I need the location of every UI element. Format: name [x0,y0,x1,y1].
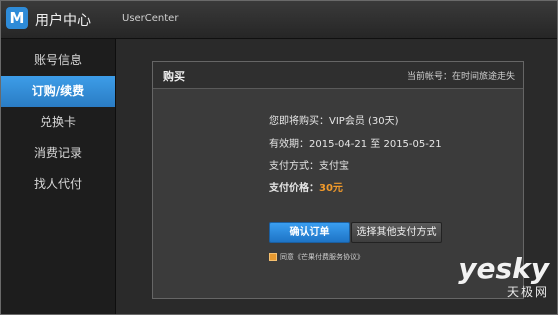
dialog-header: 购买 当前帐号：在时间旅途走失 [153,62,523,89]
purchase-item-text: 您即将购买：VIP会员 (30天) [269,116,399,127]
top-bar: M 用户中心 UserCenter [1,1,557,39]
dialog-title: 购买 [163,70,185,83]
watermark-sub: 天极网 [506,285,549,299]
sidebar-item-account-info[interactable]: 账号信息 [1,45,115,76]
app-subtitle: UserCenter [122,13,179,24]
app-logo-icon: M [6,7,28,29]
agreement-checkbox[interactable] [269,253,277,261]
price-label: 支付价格： [269,183,319,194]
current-account-label: 当前帐号：在时间旅途走失 [406,72,515,82]
sidebar-item-pay-for-me[interactable]: 找人代付 [1,169,115,200]
sidebar-item-redeem-card[interactable]: 兑换卡 [1,107,115,138]
watermark: yesky 天极网 [458,255,549,300]
validity-text: 有效期：2015-04-21 至 2015-05-21 [269,139,442,150]
sidebar-item-purchase-history[interactable]: 消费记录 [1,138,115,169]
confirm-order-button[interactable]: 确认订单 [269,222,350,243]
sidebar: 账号信息 订购/续费 兑换卡 消费记录 找人代付 [1,39,116,314]
other-payment-button[interactable]: 选择其他支付方式 [351,222,442,243]
payment-method-text: 支付方式：支付宝 [269,161,349,172]
app-window: M 用户中心 UserCenter 账号信息 订购/续费 兑换卡 消费记录 找人… [0,0,558,315]
agreement-text[interactable]: 同意《芒果付费服务协议》 [280,252,364,262]
payment-price: 支付价格：30元 [269,179,343,194]
agreement-row: 同意《芒果付费服务协议》 [269,252,364,262]
watermark-logo: yesky [458,252,549,285]
app-title: 用户中心 [35,13,91,29]
price-value: 30元 [319,183,343,194]
sidebar-item-subscribe-renew[interactable]: 订购/续费 [1,76,115,107]
